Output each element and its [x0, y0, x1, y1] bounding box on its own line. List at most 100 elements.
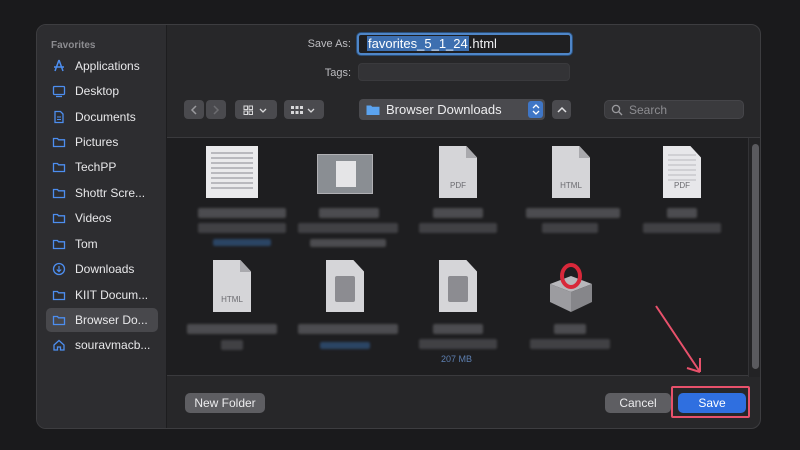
sidebar-item-home[interactable]: souravmacb... — [46, 333, 158, 357]
sidebar-item-label: souravmacb... — [75, 338, 151, 352]
location-popup[interactable]: Browser Downloads — [359, 99, 545, 120]
file-type-label: HTML — [221, 295, 243, 304]
pdf-file-icon: PDF — [439, 146, 477, 198]
scrollbar-thumb[interactable] — [752, 144, 759, 369]
file-type-label: PDF — [450, 181, 466, 190]
group-icon — [291, 105, 315, 114]
blurred-filename — [187, 324, 277, 334]
blurred-size — [213, 239, 271, 246]
sidebar-section-favorites: Favorites — [51, 40, 96, 51]
folder-icon — [52, 313, 66, 327]
folder-icon — [52, 288, 66, 302]
sidebar-item-label: Applications — [75, 59, 140, 73]
file-type-label: HTML — [560, 181, 582, 190]
folder-icon — [52, 135, 66, 149]
sidebar-item-desktop[interactable]: Desktop — [46, 79, 158, 103]
sidebar-item-label: Shottr Scre... — [75, 186, 146, 200]
group-by-button[interactable] — [284, 100, 324, 119]
file-item[interactable] — [290, 258, 400, 368]
blurred-filename — [542, 223, 598, 233]
search-placeholder: Search — [629, 102, 668, 117]
save-as-label: Save As: — [307, 38, 351, 50]
file-item[interactable]: HTML — [516, 144, 626, 254]
file-item[interactable]: 207 MB — [403, 258, 513, 368]
sidebar: Favorites Applications Desktop Documents… — [37, 25, 167, 428]
filename-extension: .html — [468, 36, 497, 51]
file-item[interactable]: PDF — [627, 144, 737, 254]
sidebar-item-applications[interactable]: Applications — [46, 54, 158, 78]
sidebar-item-label: KIIT Docum... — [75, 288, 149, 302]
folder-icon — [52, 160, 66, 174]
blurred-filename — [198, 223, 286, 233]
sidebar-item-downloads[interactable]: Downloads — [46, 257, 158, 281]
sidebar-item-label: Pictures — [75, 135, 119, 149]
home-icon — [52, 338, 66, 352]
file-size: 207 MB — [441, 354, 473, 364]
sidebar-item-browser-downloads[interactable]: Browser Do... — [46, 308, 158, 332]
blurred-filename — [667, 208, 697, 218]
forward-button[interactable] — [206, 100, 226, 119]
document-icon — [52, 110, 66, 124]
view-mode-button[interactable] — [235, 100, 277, 119]
sidebar-item-shottr[interactable]: Shottr Scre... — [46, 181, 158, 205]
download-icon — [52, 262, 66, 276]
sidebar-item-label: TechPP — [75, 160, 117, 174]
folder-icon — [52, 186, 66, 200]
file-item[interactable] — [516, 258, 626, 368]
save-highlight-box — [671, 386, 750, 418]
save-as-input[interactable]: favorites_5_1_24.html — [357, 33, 572, 55]
sidebar-item-label: Downloads — [75, 262, 135, 276]
pdf-file-icon: PDF — [663, 146, 701, 198]
blurred-filename — [298, 324, 398, 334]
tags-input[interactable] — [358, 63, 570, 81]
location-label: Browser Downloads — [386, 102, 502, 117]
file-item[interactable]: PDF — [403, 144, 513, 254]
sidebar-item-label: Documents — [75, 110, 136, 124]
sidebar-item-pictures[interactable]: Pictures — [46, 130, 158, 154]
package-icon — [544, 262, 598, 314]
file-item[interactable] — [290, 144, 400, 254]
file-type-label: PDF — [663, 181, 701, 190]
sidebar-item-label: Tom — [75, 237, 98, 251]
annotation-arrow-icon — [655, 305, 701, 373]
tags-label: Tags: — [324, 67, 351, 79]
desktop-icon — [52, 84, 66, 98]
blurred-filename — [433, 208, 483, 218]
blurred-filename — [419, 223, 497, 233]
sidebar-item-kiit[interactable]: KIIT Docum... — [46, 283, 158, 307]
up-down-stepper-icon — [528, 101, 543, 118]
screenshot-thumbnail — [317, 154, 373, 194]
filename-selected-text: favorites_5_1_24 — [367, 36, 469, 51]
file-item[interactable]: HTML — [177, 258, 287, 368]
blurred-filename — [419, 339, 497, 349]
scrollbar[interactable] — [748, 138, 760, 377]
new-folder-button[interactable]: New Folder — [185, 393, 265, 413]
blurred-filename — [433, 324, 483, 334]
sidebar-item-documents[interactable]: Documents — [46, 105, 158, 129]
search-icon — [611, 104, 623, 115]
blurred-filename — [530, 339, 610, 349]
blurred-filename — [554, 324, 586, 334]
search-field[interactable]: Search — [604, 100, 744, 119]
chevron-left-icon — [190, 104, 197, 115]
cancel-button[interactable]: Cancel — [605, 393, 671, 413]
folder-icon — [366, 104, 380, 116]
chevron-right-icon — [213, 104, 220, 115]
file-item[interactable] — [177, 144, 287, 254]
sidebar-item-tom[interactable]: Tom — [46, 232, 158, 256]
chevron-up-icon — [556, 106, 567, 113]
blurred-filename — [319, 208, 379, 218]
blurred-filename — [221, 340, 243, 350]
sidebar-item-label: Desktop — [75, 84, 120, 98]
folder-icon — [52, 237, 66, 251]
disk-image-icon — [439, 260, 477, 312]
back-button[interactable] — [184, 100, 204, 119]
sidebar-item-videos[interactable]: Videos — [46, 206, 158, 230]
blurred-size — [320, 342, 370, 349]
scan-thumbnail — [206, 146, 258, 198]
blurred-filename — [310, 239, 386, 247]
collapse-button[interactable] — [552, 100, 571, 119]
sidebar-item-techpp[interactable]: TechPP — [46, 155, 158, 179]
sidebar-item-label: Videos — [75, 211, 112, 225]
blurred-filename — [198, 208, 286, 218]
